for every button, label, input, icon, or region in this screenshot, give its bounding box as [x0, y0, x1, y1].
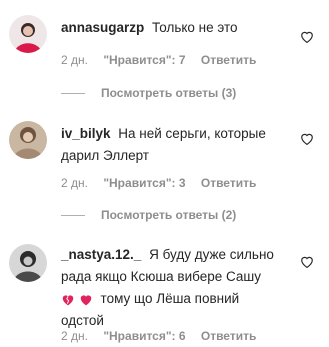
- comment-meta: 2 дн. "Нравится": 7 Ответить: [61, 53, 268, 67]
- comment-body-line: тому що Лёша повний: [100, 291, 240, 306]
- comment-text: iv_bilyk На ней серьги, которые дарил Эл…: [61, 123, 291, 167]
- comment-body-line: рада якщо Ксюша вибере Сашу: [61, 269, 261, 284]
- reply-button[interactable]: Ответить: [201, 53, 256, 67]
- comment-likes[interactable]: "Нравится": 7: [103, 53, 185, 67]
- red-heart-emoji: [80, 295, 92, 306]
- comment-username[interactable]: _nastya.12._: [61, 247, 141, 262]
- comment-body: Только не это: [152, 20, 238, 35]
- reply-button[interactable]: Ответить: [201, 329, 256, 343]
- avatar[interactable]: [9, 244, 47, 282]
- comment-body-line: Я буду дуже сильно: [149, 247, 274, 262]
- comment-likes[interactable]: "Нравится": 3: [103, 176, 185, 190]
- view-replies-button[interactable]: Посмотреть ответы (3): [61, 86, 236, 100]
- comment-text: annasugarzp Только не это: [61, 17, 291, 39]
- comment-meta: 2 дн. "Нравится": 6 Ответить: [61, 329, 268, 343]
- avatar[interactable]: [9, 15, 47, 53]
- view-replies-label: Посмотреть ответы (2): [101, 208, 237, 222]
- comment-body-line: дарил Эллерт: [61, 148, 149, 163]
- replies-divider: [61, 92, 85, 94]
- comment-age: 2 дн.: [61, 329, 88, 343]
- heart-outline-icon[interactable]: [300, 132, 314, 145]
- comment-likes[interactable]: "Нравится": 6: [103, 329, 185, 343]
- comment-username[interactable]: iv_bilyk: [61, 126, 111, 141]
- view-replies-label: Посмотреть ответы (3): [101, 86, 237, 100]
- comment-username[interactable]: annasugarzp: [61, 20, 144, 35]
- comment-age: 2 дн.: [61, 53, 88, 67]
- comment-text: _nastya.12._ Я буду дуже сильно рада якщ…: [61, 244, 291, 332]
- heart-outline-icon[interactable]: [300, 255, 314, 268]
- view-replies-button[interactable]: Посмотреть ответы (2): [61, 208, 236, 222]
- reply-button[interactable]: Ответить: [201, 176, 256, 190]
- comment-body-line: На ней серьги, которые: [118, 126, 266, 141]
- broken-heart-emoji: [62, 295, 74, 306]
- avatar[interactable]: [9, 121, 47, 159]
- replies-divider: [61, 214, 85, 216]
- heart-outline-icon[interactable]: [300, 30, 314, 43]
- comment-meta: 2 дн. "Нравится": 3 Ответить: [61, 176, 268, 190]
- comment-age: 2 дн.: [61, 176, 88, 190]
